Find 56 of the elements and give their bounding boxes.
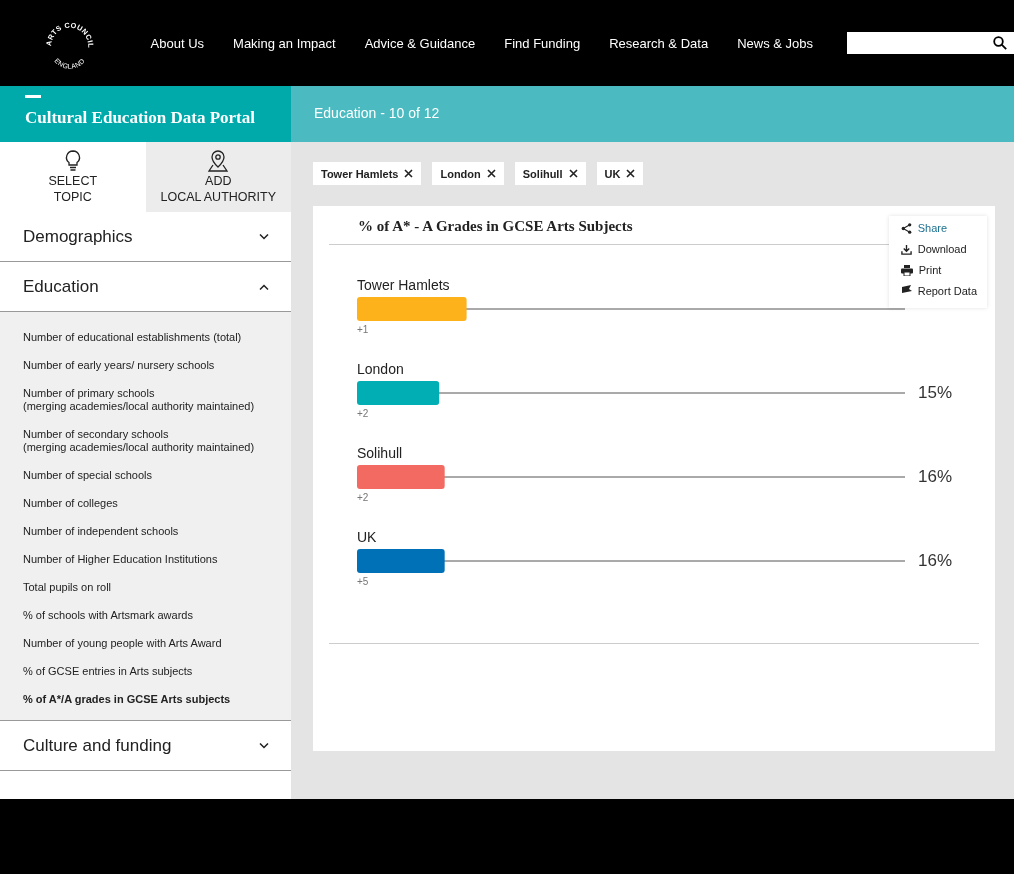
bar-label: London [357,361,405,379]
topic-link[interactable]: Number of special schools [23,462,152,490]
nav-link[interactable]: Find Funding [504,35,581,51]
close-icon[interactable] [404,169,414,178]
topic-link[interactable]: Total pupils on roll [23,574,112,602]
map-pin-icon [207,150,230,172]
topic-link[interactable]: Number of educational establishments (total) [23,324,242,352]
filter-chip[interactable]: Solihull [514,162,586,185]
value-label: 16% [917,467,954,487]
portal-title: Cultural Education Data Portal [25,107,256,128]
breadcrumb: Education - 10 of 12 [314,105,440,121]
filter-chip[interactable]: London [432,162,504,185]
download-icon [900,243,912,255]
value-label: 16% [917,551,954,571]
chevron-up-icon [259,283,269,290]
close-icon[interactable] [626,169,636,178]
change-label: +1 [357,323,370,337]
nav-link[interactable]: Advice & Guidance [364,35,476,51]
search-icon[interactable] [993,36,1007,50]
topic-link[interactable]: Number of young people with Arts Award [23,630,222,658]
printer-icon [900,264,913,276]
close-icon[interactable] [486,169,496,178]
close-icon[interactable] [568,169,578,178]
menu-item[interactable]: Report Data [900,285,977,306]
filter-chip[interactable]: Tower Hamlets [313,162,422,185]
filter-chip[interactable]: UK [596,162,644,185]
change-label: +5 [357,575,370,589]
nav-link[interactable]: News & Jobs [737,35,813,51]
chevron-down-icon [259,742,269,749]
nav-link[interactable]: Making an Impact [233,35,336,51]
share-icon [900,222,912,234]
chevron-down-icon [259,233,269,240]
nav-link[interactable]: About Us [150,35,205,51]
nav-link[interactable]: Research & Data [609,35,709,51]
menu-item[interactable]: Print [900,264,977,285]
topic-link[interactable]: % of GCSE entries in Arts subjects [23,658,193,686]
topic-link[interactable]: Number of secondary schools (merging academies/local authority maintained) [23,421,255,462]
topic-link[interactable]: Number of early years/ nursery schools [23,352,215,380]
bar-label: UK [357,529,378,547]
menu-item[interactable]: Share [900,222,977,243]
change-label: +2 [357,491,370,505]
topic-link[interactable]: % of schools with Artsmark awards [23,602,193,630]
sidebar-tab[interactable]: ADD LOCAL AUTHORITY [145,142,291,212]
topic-link[interactable]: Number of primary schools (merging academies/local authority maintained) [23,380,255,421]
lightbulb-icon [63,150,82,172]
topic-link[interactable]: Number of independent schools [23,518,179,546]
value-label: 15% [917,383,954,403]
chart-title: % of A* - A Grades in GCSE Arts Subjects [358,218,633,234]
change-label: +2 [357,407,370,421]
topic-link[interactable]: % of A*/A grades in GCSE Arts subjects [23,686,231,714]
bar-label: Solihull [357,445,404,463]
menu-item[interactable]: Download [900,243,977,264]
topic-link[interactable]: Number of Higher Education Institutions [23,546,218,574]
topic-link[interactable]: Number of colleges [23,490,118,518]
bar-label: Tower Hamlets [357,277,451,295]
search-field[interactable] [847,32,1014,54]
